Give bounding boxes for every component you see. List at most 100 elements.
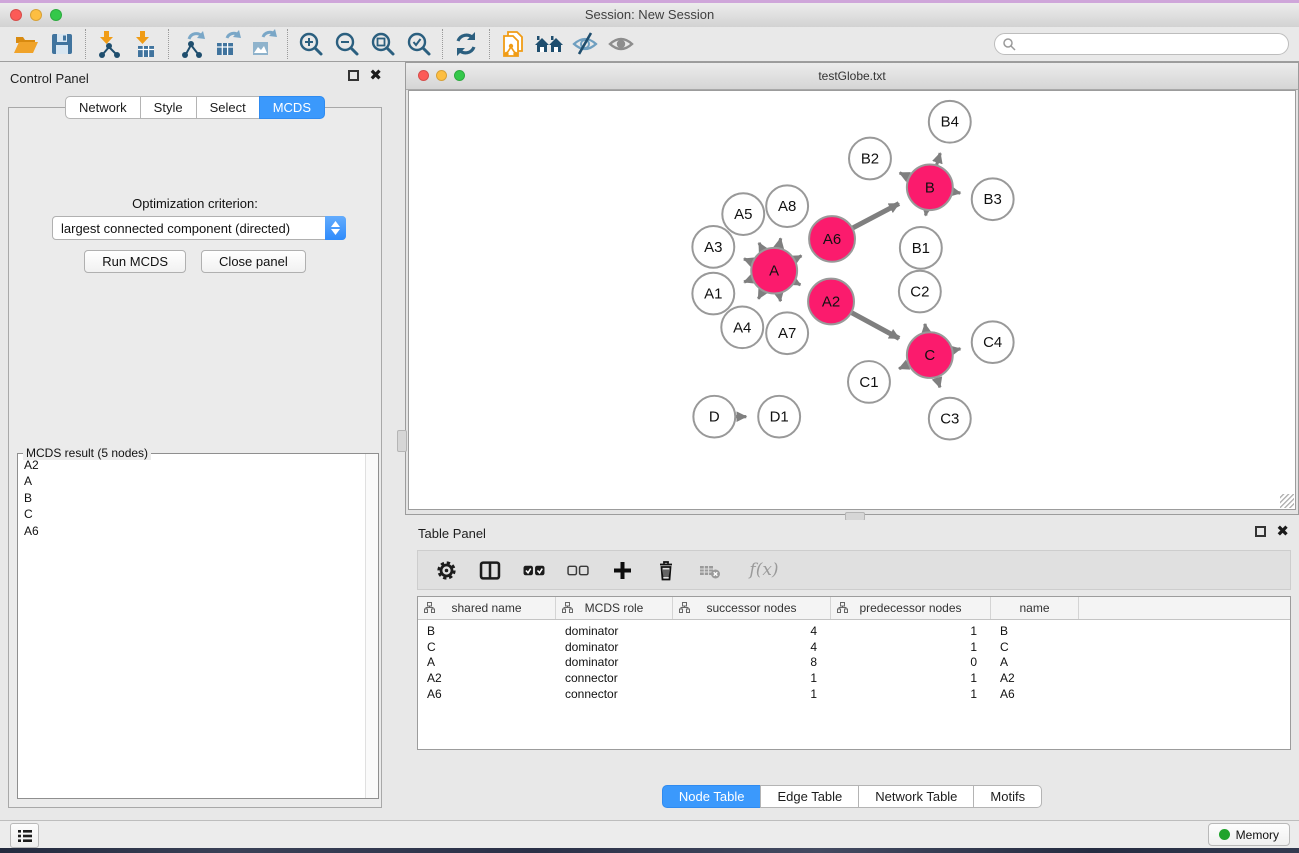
network-window-titlebar[interactable]: testGlobe.txt (406, 63, 1298, 90)
graph-node[interactable]: A1 (692, 273, 734, 315)
import-network-button[interactable] (91, 29, 127, 59)
graph-node[interactable]: B2 (849, 138, 891, 180)
graph-node[interactable]: A4 (721, 306, 763, 348)
column-header[interactable]: successor nodes (673, 597, 831, 619)
mcds-result-item[interactable]: A2 (19, 457, 365, 474)
table-row[interactable]: A6connector11A6 (418, 686, 1290, 702)
refresh-layout-button[interactable] (448, 29, 484, 59)
tab-edge-table[interactable]: Edge Table (760, 785, 859, 808)
graph-node[interactable]: A3 (692, 226, 734, 268)
graph-node[interactable]: C4 (972, 321, 1014, 363)
graph-edge[interactable] (851, 312, 899, 338)
close-panel-button[interactable]: Close panel (201, 250, 306, 273)
table-row[interactable]: A2connector11A2 (418, 670, 1290, 686)
window-resize-grip[interactable] (1280, 494, 1294, 508)
graph-edge[interactable] (794, 282, 800, 285)
column-header[interactable]: shared name (418, 597, 556, 619)
graph-edge[interactable] (852, 204, 899, 229)
table-row[interactable]: Bdominator41B (418, 623, 1290, 639)
function-builder-button[interactable]: f(x) (742, 558, 786, 582)
graph-node[interactable]: A5 (722, 193, 764, 235)
graph-node[interactable]: C1 (848, 361, 890, 403)
table-row[interactable]: Adominator80A (418, 654, 1290, 670)
graph-node[interactable]: A2 (808, 279, 854, 325)
network-canvas[interactable]: B4 B2 B B3 A8A5 A6 A3 B1 A A1 C2 A2 A4A7 C4 C C1 D D1 C3 (408, 90, 1296, 510)
mcds-result-item[interactable]: A (19, 474, 365, 491)
graph-node[interactable]: A6 (809, 216, 855, 262)
mcds-result-item[interactable]: A6 (19, 523, 365, 540)
import-table-button[interactable] (127, 29, 163, 59)
export-network-button[interactable] (174, 29, 210, 59)
hide-graphics-details-button[interactable] (567, 29, 603, 59)
tab-mcds[interactable]: MCDS (259, 96, 325, 119)
tab-style[interactable]: Style (140, 96, 197, 119)
tab-network-table[interactable]: Network Table (858, 785, 974, 808)
select-all-columns-button[interactable] (522, 558, 546, 582)
graph-node[interactable]: D1 (758, 396, 800, 438)
task-history-button[interactable] (10, 823, 39, 848)
graph-edge[interactable] (794, 256, 801, 260)
graph-node[interactable]: C2 (899, 271, 941, 313)
graph-node[interactable]: A7 (766, 312, 808, 354)
graph-edge[interactable] (936, 153, 940, 165)
export-image-button[interactable] (246, 29, 282, 59)
zoom-fit-button[interactable] (365, 29, 401, 59)
delete-table-button[interactable] (698, 558, 722, 582)
memory-button[interactable]: Memory (1208, 823, 1290, 846)
graph-edge[interactable] (952, 349, 960, 351)
graph-edge[interactable] (779, 293, 781, 301)
export-table-button[interactable] (210, 29, 246, 59)
run-mcds-button[interactable]: Run MCDS (84, 250, 186, 273)
graph-edge[interactable] (952, 192, 960, 194)
graph-node[interactable]: C3 (929, 398, 971, 440)
tab-select[interactable]: Select (196, 96, 260, 119)
column-header[interactable]: name (991, 597, 1079, 619)
table-settings-button[interactable] (434, 558, 458, 582)
zoom-selected-button[interactable] (401, 29, 437, 59)
graph-node[interactable]: D (693, 396, 735, 438)
result-scrollbar[interactable] (365, 454, 378, 798)
graph-edge[interactable] (899, 364, 909, 368)
zoom-in-button[interactable] (293, 29, 329, 59)
close-panel-icon[interactable]: ✖ (1276, 526, 1289, 537)
graph-node[interactable]: B4 (929, 101, 971, 143)
float-panel-icon[interactable] (348, 70, 359, 81)
graph-node[interactable]: B3 (972, 178, 1014, 220)
tab-motifs[interactable]: Motifs (973, 785, 1042, 808)
mcds-result-item[interactable]: B (19, 490, 365, 507)
criterion-dropdown[interactable]: largest connected component (directed) (52, 216, 346, 240)
add-column-button[interactable] (610, 558, 634, 582)
open-session-button[interactable] (8, 29, 44, 59)
delete-columns-button[interactable] (654, 558, 678, 582)
show-columns-button[interactable] (478, 558, 502, 582)
deselect-all-columns-button[interactable] (566, 558, 590, 582)
close-panel-icon[interactable]: ✖ (369, 70, 382, 81)
mcds-result-item[interactable]: C (19, 507, 365, 524)
search-input[interactable] (994, 33, 1289, 55)
column-header[interactable]: MCDS role (556, 597, 673, 619)
table-row[interactable]: Cdominator41C (418, 639, 1290, 655)
home-button[interactable] (531, 29, 567, 59)
save-session-button[interactable] (44, 29, 80, 59)
vertical-splitter-grip[interactable] (397, 430, 407, 452)
tab-node-table[interactable]: Node Table (662, 785, 762, 808)
graph-node[interactable]: C (907, 332, 953, 378)
graph-edge[interactable] (779, 238, 781, 248)
graph-edge[interactable] (925, 324, 926, 333)
float-panel-icon[interactable] (1255, 526, 1266, 537)
zoom-out-button[interactable] (329, 29, 365, 59)
graph-edge[interactable] (759, 243, 763, 251)
column-header[interactable]: predecessor nodes (831, 597, 991, 619)
new-session-from-network-button[interactable] (495, 29, 531, 59)
show-graphics-details-button[interactable] (603, 29, 639, 59)
graph-node[interactable]: B1 (900, 227, 942, 269)
graph-edge[interactable] (937, 377, 940, 387)
tab-network[interactable]: Network (65, 96, 141, 119)
graph-edge[interactable] (744, 259, 753, 262)
graph-node[interactable]: B (907, 164, 953, 210)
graph-edge[interactable] (758, 291, 763, 299)
graph-node[interactable]: A (751, 248, 797, 294)
graph-node[interactable]: A8 (766, 185, 808, 227)
graph-edge[interactable] (744, 279, 753, 282)
graph-edge[interactable] (900, 173, 910, 178)
